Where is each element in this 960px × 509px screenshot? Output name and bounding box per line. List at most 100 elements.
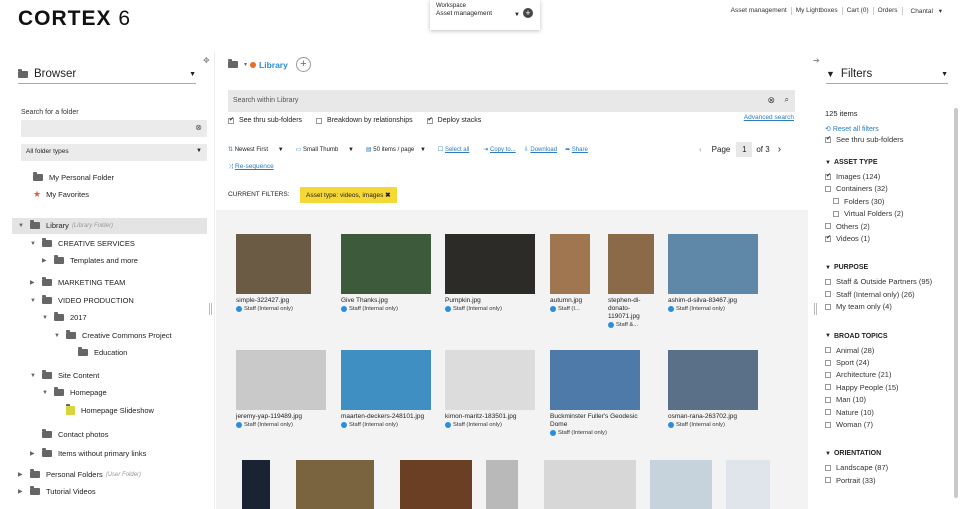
see-thru-filter[interactable]: See thru sub-folders xyxy=(825,135,904,144)
filter-option[interactable]: Virtual Folders (2) xyxy=(833,209,903,218)
left-resize-handle[interactable] xyxy=(209,303,212,315)
asset-thumbnail[interactable] xyxy=(242,460,270,509)
expand-right-icon[interactable]: ▶ xyxy=(42,257,54,264)
search-input[interactable]: Search within Library xyxy=(233,97,298,104)
nav-cart[interactable]: Cart (0) xyxy=(841,7,873,15)
filter-option[interactable]: Staff (Internal only) (26) xyxy=(825,290,915,299)
asset-image[interactable] xyxy=(550,350,640,410)
deploy-stacks-checkbox[interactable] xyxy=(426,116,433,124)
nav-lightboxes[interactable]: My Lightboxes xyxy=(790,7,842,15)
nav-orders[interactable]: Orders xyxy=(872,7,902,15)
breadcrumb-library[interactable]: Library xyxy=(259,60,288,70)
filter-option[interactable]: Portrait (33) xyxy=(825,476,876,485)
copy-to-link[interactable]: ⇥ Copy to... xyxy=(483,146,515,153)
tree-item[interactable]: ▶ Items without primary links xyxy=(30,448,146,458)
filter-section-title[interactable]: ▼ PURPOSE xyxy=(825,264,868,271)
folder-search-input[interactable]: ⊗ xyxy=(21,120,207,137)
asset-thumbnail[interactable]: jeremy-yap-119489.jpg Staff (Internal onl… xyxy=(236,350,326,428)
filter-option[interactable]: Landscape (87) xyxy=(825,463,888,472)
asset-thumbnail[interactable]: Pumpkin.jpg Staff (Internal only) xyxy=(445,234,535,312)
asset-thumbnail[interactable] xyxy=(544,460,636,509)
filter-option[interactable]: Others (2) xyxy=(825,222,870,231)
filter-option[interactable]: Staff & Outside Partners (95) xyxy=(825,277,932,286)
tree-item[interactable]: ▼ Site Content xyxy=(30,370,99,380)
filter-option[interactable]: Happy People (15) xyxy=(825,383,899,392)
asset-image[interactable] xyxy=(608,234,654,294)
asset-image[interactable] xyxy=(341,350,431,410)
asset-thumbnail[interactable] xyxy=(650,460,712,509)
asset-thumbnail[interactable] xyxy=(296,460,374,509)
asset-thumbnail[interactable]: Give Thanks.jpg Staff (Internal only) xyxy=(341,234,431,312)
search-icon[interactable]: ⌕ xyxy=(785,95,789,105)
chevron-down-icon[interactable]: ▼ xyxy=(941,71,948,78)
tree-item[interactable]: ▼ Homepage xyxy=(42,387,107,397)
clear-icon[interactable]: ⊗ xyxy=(195,123,202,132)
right-resize-handle[interactable] xyxy=(814,303,817,315)
my-favorites[interactable]: ★ My Favorites xyxy=(33,189,89,200)
filter-option[interactable]: Architecture (21) xyxy=(825,370,891,379)
asset-thumbnail[interactable]: Buckminster Fuller's Geodesic Dome Staff … xyxy=(550,350,640,436)
expand-right-icon[interactable]: ▶ xyxy=(30,450,42,457)
see-thru-checkbox[interactable] xyxy=(228,116,234,124)
nav-asset-management[interactable]: Asset management xyxy=(727,7,791,15)
asset-thumbnail[interactable]: stephen-di-donato-119071.jpg Staff &... xyxy=(608,234,654,328)
asset-image[interactable] xyxy=(550,234,590,294)
next-page-icon[interactable]: › xyxy=(778,144,781,155)
per-page-select[interactable]: ▤ 50 items / page ▼ xyxy=(366,146,426,153)
expand-down-icon[interactable]: ▼ xyxy=(30,298,42,304)
filter-option[interactable]: Sport (24) xyxy=(825,358,869,367)
asset-thumbnail[interactable] xyxy=(726,460,770,509)
folder-type-select[interactable]: All folder types ▼ xyxy=(21,144,207,161)
tree-item[interactable]: Contact photos xyxy=(30,429,108,439)
add-workspace-icon[interactable]: + xyxy=(523,8,533,18)
filter-option[interactable]: Videos (1) xyxy=(825,234,870,243)
asset-image[interactable] xyxy=(668,234,758,294)
tree-item[interactable]: ▼ Creative Commons Project xyxy=(54,330,172,340)
filter-option[interactable]: Animal (28) xyxy=(825,346,874,355)
chevron-down-icon[interactable]: ▼ xyxy=(189,71,196,78)
tree-item[interactable]: ▼ 2017 xyxy=(42,312,87,322)
advanced-search-link[interactable]: Advanced search xyxy=(744,114,794,121)
filter-option[interactable]: Nature (10) xyxy=(825,408,874,417)
collapse-right-icon[interactable]: ➔ xyxy=(813,56,820,65)
download-link[interactable]: ⇩ Download xyxy=(524,146,557,153)
filter-chip[interactable]: Asset type: videos, images ✖ xyxy=(300,187,397,203)
expand-right-icon[interactable]: ▶ xyxy=(18,471,30,478)
tree-item[interactable]: ▼ Library (Library Folder) xyxy=(18,220,113,230)
asset-image[interactable] xyxy=(236,350,326,410)
asset-thumbnail[interactable] xyxy=(400,460,472,509)
clear-search-icon[interactable]: ⊗ xyxy=(767,95,775,106)
filter-section-title[interactable]: ▼ BROAD TOPICS xyxy=(825,333,888,340)
filter-option[interactable]: Man (10) xyxy=(825,395,866,404)
asset-image[interactable] xyxy=(236,234,311,294)
scrollbar-track[interactable] xyxy=(954,52,958,509)
filter-option[interactable]: Woman (7) xyxy=(825,420,873,429)
expand-right-icon[interactable]: ▶ xyxy=(30,279,42,286)
expand-down-icon[interactable]: ▼ xyxy=(42,390,54,396)
asset-image[interactable] xyxy=(341,234,431,294)
collapse-left-icon[interactable]: ✥ xyxy=(203,56,210,65)
expand-down-icon[interactable]: ▼ xyxy=(54,333,66,339)
sort-select[interactable]: ⇅ Newest First ▼ xyxy=(228,146,284,153)
browser-title[interactable]: Browser ▼ xyxy=(18,68,196,84)
asset-thumbnail[interactable]: ashim-d-silva-83467.jpg Staff (Internal o… xyxy=(668,234,758,312)
prev-page-icon[interactable]: ‹ xyxy=(699,145,702,154)
filters-title[interactable]: ▼ Filters ▼ xyxy=(826,68,948,84)
filter-option[interactable]: Images (124) xyxy=(825,172,880,181)
asset-thumbnail[interactable]: maarten-deckers-248101.jpg Staff (Interna… xyxy=(341,350,431,428)
asset-thumbnail[interactable] xyxy=(486,460,518,509)
tree-item[interactable]: ▼ CREATIVE SERVICES xyxy=(30,238,135,248)
asset-thumbnail[interactable]: autumn.jpg Staff (I... xyxy=(550,234,590,312)
scrollbar-thumb[interactable] xyxy=(954,108,958,498)
workspace-selector[interactable]: Workspace Asset management ▼ + xyxy=(430,0,540,30)
resequence-link[interactable]: ⤨ Re-sequence xyxy=(228,163,274,171)
tree-item[interactable]: Homepage Slideshow xyxy=(54,404,154,415)
tree-item[interactable]: ▶ MARKETING TEAM xyxy=(30,277,125,287)
asset-thumbnail[interactable]: simple-322427.jpg Staff (Internal only) xyxy=(236,234,311,312)
asset-image[interactable] xyxy=(445,350,535,410)
add-folder-button[interactable]: + xyxy=(295,57,311,72)
asset-image[interactable] xyxy=(445,234,535,294)
nav-user-menu[interactable]: Chantal ▾ xyxy=(901,7,946,15)
thumb-size-select[interactable]: ▭ Small Thumb ▼ xyxy=(296,146,354,153)
filter-option[interactable]: Folders (30) xyxy=(833,197,884,206)
